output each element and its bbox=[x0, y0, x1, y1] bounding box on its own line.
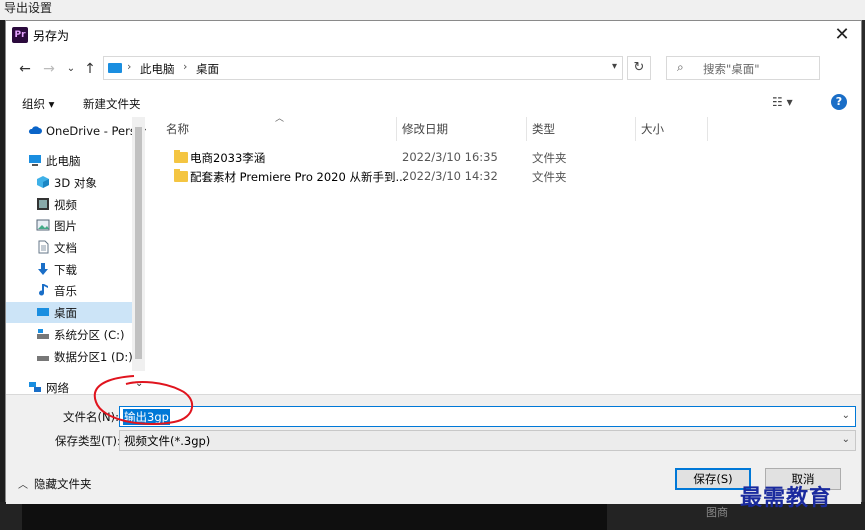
column-header-name[interactable]: 名称 bbox=[166, 117, 189, 141]
new-folder-button[interactable]: 新建文件夹 bbox=[83, 96, 141, 112]
sidebar-item-downloads[interactable]: 下载 bbox=[6, 259, 132, 280]
file-name: 配套素材 Premiere Pro 2020 从新手到... bbox=[190, 170, 407, 184]
watermark-text: 最需教育 bbox=[740, 485, 833, 511]
navigation-pane: OneDrive - Personal 此电脑 3D 对象 视频 图片 文档 下… bbox=[6, 117, 146, 371]
cloud-icon bbox=[28, 126, 42, 134]
filetype-select[interactable]: 视频文件(*.3gp) ⌄ bbox=[119, 430, 856, 451]
path-segment-this-pc[interactable]: 此电脑 bbox=[140, 61, 175, 77]
sidebar-item-label: 视频 bbox=[54, 198, 77, 212]
background-window-title: 导出设置 bbox=[0, 0, 865, 20]
sidebar-item-videos[interactable]: 视频 bbox=[6, 194, 132, 215]
sort-ascending-icon: ︿ bbox=[275, 114, 285, 124]
premiere-app-icon: Pr bbox=[12, 27, 28, 43]
video-icon bbox=[37, 198, 49, 210]
chevron-down-icon[interactable]: ⌄ bbox=[135, 378, 143, 389]
path-segment-desktop[interactable]: 桌面 bbox=[196, 61, 219, 77]
dialog-title: 另存为 bbox=[33, 29, 70, 43]
column-divider[interactable] bbox=[635, 117, 636, 141]
sidebar-item-label: 此电脑 bbox=[46, 154, 81, 168]
organize-button[interactable]: 组织 ▾ bbox=[22, 96, 54, 112]
column-divider[interactable] bbox=[526, 117, 527, 141]
file-name: 电商2033李涵 bbox=[190, 151, 266, 165]
filename-input[interactable]: 输出3gp ⌄ bbox=[119, 406, 856, 427]
document-icon bbox=[38, 240, 49, 254]
computer-icon bbox=[29, 155, 41, 166]
download-icon bbox=[38, 263, 48, 275]
file-row[interactable]: 配套素材 Premiere Pro 2020 从新手到... 2022/3/10… bbox=[146, 168, 836, 186]
back-button[interactable]: ← bbox=[16, 60, 34, 78]
sidebar-item-label: 图片 bbox=[54, 219, 77, 233]
view-options-button[interactable]: ☷ ▾ bbox=[772, 95, 793, 109]
sidebar-item-label: 下载 bbox=[54, 263, 77, 277]
refresh-button[interactable]: ↻ bbox=[627, 56, 651, 80]
search-input[interactable]: ⌕ 搜索"桌面" bbox=[666, 56, 820, 80]
cube-icon bbox=[37, 176, 49, 188]
dialog-titlebar: Pr 另存为 ✕ bbox=[6, 21, 861, 49]
sidebar-item-documents[interactable]: 文档 bbox=[6, 237, 132, 258]
chevron-down-icon[interactable]: ⌄ bbox=[842, 434, 850, 445]
file-list: ︿ 名称 修改日期 类型 大小 电商2033李涵 2022/3/10 16:35… bbox=[146, 114, 861, 397]
file-row[interactable]: 电商2033李涵 2022/3/10 16:35 文件夹 bbox=[146, 149, 836, 167]
folder-icon bbox=[174, 150, 188, 163]
sidebar-item-label: 数据分区1 (D:) bbox=[54, 350, 133, 364]
path-separator: › bbox=[183, 60, 188, 73]
forward-button[interactable]: → bbox=[40, 60, 58, 78]
address-field[interactable]: › 此电脑 › 桌面 ▾ bbox=[103, 56, 623, 80]
save-as-dialog: Pr 另存为 ✕ ← → ⌄ ↑ › 此电脑 › 桌面 ▾ ↻ ⌕ 搜索"桌面"… bbox=[5, 20, 862, 504]
background-caption: 图商 bbox=[706, 506, 728, 519]
background-panel-bottom: 图商 bbox=[0, 502, 865, 530]
sidebar-item-drive-d[interactable]: 数据分区1 (D:) bbox=[6, 346, 133, 367]
filetype-label: 保存类型(T): bbox=[55, 434, 121, 448]
scrollbar-thumb[interactable] bbox=[135, 127, 142, 359]
sidebar-item-label: 文档 bbox=[54, 241, 77, 255]
column-header-type[interactable]: 类型 bbox=[532, 117, 555, 141]
sidebar-item-3d-objects[interactable]: 3D 对象 bbox=[6, 172, 132, 193]
filetype-value: 视频文件(*.3gp) bbox=[124, 434, 211, 448]
file-date: 2022/3/10 16:35 bbox=[402, 150, 498, 164]
folder-icon bbox=[174, 169, 188, 182]
address-bar-row: ← → ⌄ ↑ › 此电脑 › 桌面 ▾ ↻ ⌕ 搜索"桌面" bbox=[6, 51, 861, 87]
file-date: 2022/3/10 14:32 bbox=[402, 169, 498, 183]
sidebar-item-onedrive[interactable]: OneDrive - Personal bbox=[6, 121, 146, 142]
background-preview bbox=[22, 502, 607, 530]
sidebar-item-label: 音乐 bbox=[54, 284, 77, 298]
path-separator: › bbox=[127, 60, 132, 73]
drive-icon bbox=[37, 356, 49, 361]
sidebar-item-label: 系统分区 (C:) bbox=[54, 328, 125, 342]
chevron-up-icon: ︿ bbox=[18, 480, 28, 491]
recent-locations-button[interactable]: ⌄ bbox=[62, 60, 80, 78]
close-button[interactable]: ✕ bbox=[827, 23, 857, 47]
column-divider[interactable] bbox=[396, 117, 397, 141]
computer-icon bbox=[108, 63, 122, 73]
drive-icon bbox=[37, 329, 49, 339]
help-icon[interactable]: ? bbox=[831, 94, 847, 110]
sidebar-item-pictures[interactable]: 图片 bbox=[6, 215, 132, 236]
navigation-scrollbar[interactable] bbox=[132, 117, 145, 371]
picture-icon bbox=[36, 219, 50, 231]
sidebar-item-desktop[interactable]: 桌面 bbox=[6, 302, 132, 323]
network-icon bbox=[29, 382, 41, 392]
file-type: 文件夹 bbox=[532, 170, 567, 184]
chevron-down-icon[interactable]: ▾ bbox=[612, 61, 617, 72]
search-icon: ⌕ bbox=[677, 60, 684, 74]
column-header-date[interactable]: 修改日期 bbox=[402, 117, 448, 141]
sidebar-item-drive-c[interactable]: 系统分区 (C:) bbox=[6, 324, 132, 345]
hide-folders-label: 隐藏文件夹 bbox=[34, 477, 92, 491]
sidebar-item-label: 3D 对象 bbox=[54, 176, 97, 190]
music-icon bbox=[39, 284, 48, 296]
sidebar-item-label: OneDrive - Personal bbox=[46, 124, 146, 138]
search-placeholder: 搜索"桌面" bbox=[703, 62, 760, 76]
sidebar-item-label: 桌面 bbox=[54, 306, 77, 320]
column-header-size[interactable]: 大小 bbox=[641, 117, 664, 141]
filename-value: 输出3gp bbox=[123, 409, 170, 425]
column-divider[interactable] bbox=[707, 117, 708, 141]
command-toolbar: 组织 ▾ 新建文件夹 ☷ ▾ ? bbox=[6, 87, 861, 117]
up-button[interactable]: ↑ bbox=[81, 60, 99, 78]
file-type: 文件夹 bbox=[532, 151, 567, 165]
desktop-icon bbox=[37, 308, 49, 316]
filename-label: 文件名(N): bbox=[63, 410, 119, 424]
chevron-down-icon[interactable]: ⌄ bbox=[842, 410, 850, 421]
sidebar-item-music[interactable]: 音乐 bbox=[6, 280, 132, 301]
sidebar-item-this-pc[interactable]: 此电脑 bbox=[6, 150, 132, 171]
